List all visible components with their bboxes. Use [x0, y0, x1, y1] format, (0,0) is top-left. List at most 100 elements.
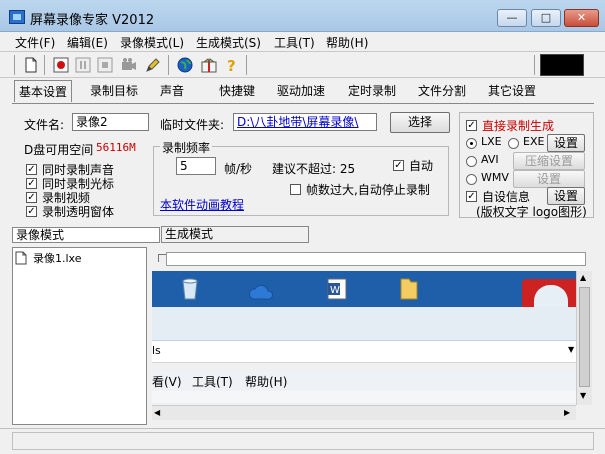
frequency-unit: 帧/秒	[224, 162, 253, 176]
menu-bar: 文件(F) 编辑(E) 录像模式(L) 生成模式(S) 工具(T) 帮助(H)	[0, 32, 605, 50]
close-button[interactable]: ✕	[564, 9, 599, 27]
tempdir-input[interactable]: D:\八卦地带\屏幕录像\	[233, 113, 377, 131]
auto-label: 自动	[409, 159, 434, 173]
preview-menu-tools: 工具(T)	[192, 375, 233, 389]
record-sound-checkbox[interactable]: ✓	[26, 164, 37, 175]
toolbar-separator	[246, 55, 247, 75]
toolbar: ?	[0, 51, 605, 78]
timeline-bar[interactable]	[166, 252, 586, 266]
status-panel	[12, 432, 594, 450]
preview-menu-view: 看(V)	[152, 375, 182, 389]
menu-generate-mode[interactable]: 生成模式(S)	[196, 34, 261, 51]
new-file-icon[interactable]	[22, 56, 40, 74]
toolbar-separator	[44, 55, 45, 75]
tab-file-split[interactable]: 文件分割	[414, 80, 470, 102]
maximize-button[interactable]: □	[531, 9, 561, 27]
select-folder-button[interactable]: 选择	[390, 112, 450, 133]
menu-file[interactable]: 文件(F)	[15, 34, 55, 51]
format-wmv-label: WMV	[481, 171, 509, 184]
status-bar	[0, 428, 605, 454]
toolbar-separator	[168, 55, 169, 75]
tutorial-link[interactable]: 本软件动画教程	[160, 196, 244, 213]
window-button-preview	[534, 285, 568, 307]
record-icon[interactable]	[52, 56, 70, 74]
format-avi-radio[interactable]	[466, 156, 477, 167]
scroll-thumb[interactable]	[579, 287, 590, 387]
stop-icon[interactable]	[96, 56, 114, 74]
wmv-settings-button[interactable]: 设置	[513, 170, 585, 188]
compress-settings-button[interactable]: 压缩设置	[513, 152, 585, 170]
filename-label: 文件名:	[24, 118, 65, 132]
address-text: ls	[152, 344, 161, 357]
horizontal-scrollbar[interactable]: ◀ ▶	[152, 405, 576, 420]
format-settings-button[interactable]: 设置	[547, 134, 585, 152]
suggest-text: 建议不超过: 25	[272, 162, 356, 176]
tab-basic[interactable]: 基本设置	[14, 80, 73, 102]
address-bar-preview: ls ▼	[152, 341, 576, 363]
tab-generate-mode[interactable]: 生成模式	[161, 226, 309, 243]
menu-record-mode[interactable]: 录像模式(L)	[120, 34, 184, 51]
menu-tools[interactable]: 工具(T)	[274, 34, 315, 51]
tab-scheduled[interactable]: 定时录制	[344, 80, 400, 102]
tab-other[interactable]: 其它设置	[484, 80, 540, 102]
preview-menu-help: 帮助(H)	[245, 375, 288, 389]
camera-icon[interactable]	[120, 56, 138, 74]
explorer-menu-preview: 看(V) 工具(T) 帮助(H)	[152, 371, 576, 391]
preview-pane: W ls ▼ 看(V) 工具(T) 帮助(H) ◀ ▶ ▲ ▼	[152, 247, 592, 425]
timeline-marker	[158, 254, 166, 262]
globe-icon[interactable]	[176, 56, 194, 74]
record-cursor-checkbox[interactable]: ✓	[26, 178, 37, 189]
pause-icon[interactable]	[74, 56, 92, 74]
cloud-icon	[249, 284, 273, 300]
help-icon[interactable]: ?	[222, 56, 240, 75]
tab-hotkeys[interactable]: 快捷键	[215, 80, 259, 102]
auto-stop-label: 帧数过大,自动停止录制	[306, 183, 430, 197]
tab-record-target[interactable]: 录制目标	[86, 80, 142, 102]
toolbar-separator	[14, 55, 15, 75]
svg-text:W: W	[330, 285, 340, 296]
frequency-input[interactable]: 5	[176, 157, 216, 175]
dropdown-arrow-icon: ▼	[568, 345, 575, 354]
record-transparent-checkbox[interactable]: ✓	[26, 206, 37, 217]
format-exe-radio[interactable]	[508, 138, 519, 149]
tab-underline	[12, 103, 594, 104]
menu-help[interactable]: 帮助(H)	[326, 34, 368, 51]
scroll-right-icon[interactable]: ▶	[564, 408, 570, 417]
toolbar-separator	[534, 55, 535, 75]
minimize-button[interactable]: —	[497, 9, 527, 27]
filename-input[interactable]: 录像2	[72, 113, 149, 131]
auto-checkbox[interactable]: ✓	[393, 160, 404, 171]
menu-edit[interactable]: 编辑(E)	[67, 34, 108, 51]
pen-icon[interactable]	[144, 56, 162, 74]
frequency-group-title: 录制频率	[160, 139, 213, 156]
record-video-checkbox[interactable]: ✓	[26, 192, 37, 203]
tempdir-label: 临时文件夹:	[160, 118, 225, 132]
file-list: 录像1.lxe	[12, 247, 147, 425]
format-lxe-radio[interactable]	[466, 138, 477, 149]
custom-info-checkbox[interactable]: ✓	[466, 191, 477, 202]
format-exe-label: EXE	[523, 135, 545, 148]
folder-icon	[400, 278, 418, 300]
scroll-left-icon[interactable]: ◀	[154, 408, 160, 417]
ribbon-preview	[152, 307, 576, 341]
taskbar-preview: W	[152, 271, 576, 307]
scroll-down-icon[interactable]: ▼	[580, 391, 586, 400]
tab-record-mode[interactable]: 录像模式	[12, 227, 160, 243]
format-wmv-radio[interactable]	[466, 174, 477, 185]
word-doc-icon: W	[327, 278, 347, 300]
list-item-label: 录像1.lxe	[33, 252, 82, 265]
gift-icon[interactable]	[200, 56, 218, 74]
format-lxe-label: LXE	[481, 135, 502, 148]
disk-space-value: 56116M	[96, 141, 136, 154]
direct-record-checkbox[interactable]: ✓	[466, 120, 477, 131]
vertical-scrollbar[interactable]: ▲ ▼	[576, 271, 592, 405]
scroll-up-icon[interactable]: ▲	[580, 273, 586, 282]
app-icon	[9, 10, 25, 24]
title-bar: 屏幕录像专家 V2012 — □ ✕	[0, 0, 605, 32]
format-avi-label: AVI	[481, 153, 499, 166]
tab-driver-accel[interactable]: 驱动加速	[273, 80, 329, 102]
tab-sound[interactable]: 声音	[156, 80, 188, 102]
preview-thumbnail	[540, 54, 584, 76]
auto-stop-checkbox[interactable]	[290, 184, 301, 195]
recycle-bin-icon	[182, 278, 198, 300]
